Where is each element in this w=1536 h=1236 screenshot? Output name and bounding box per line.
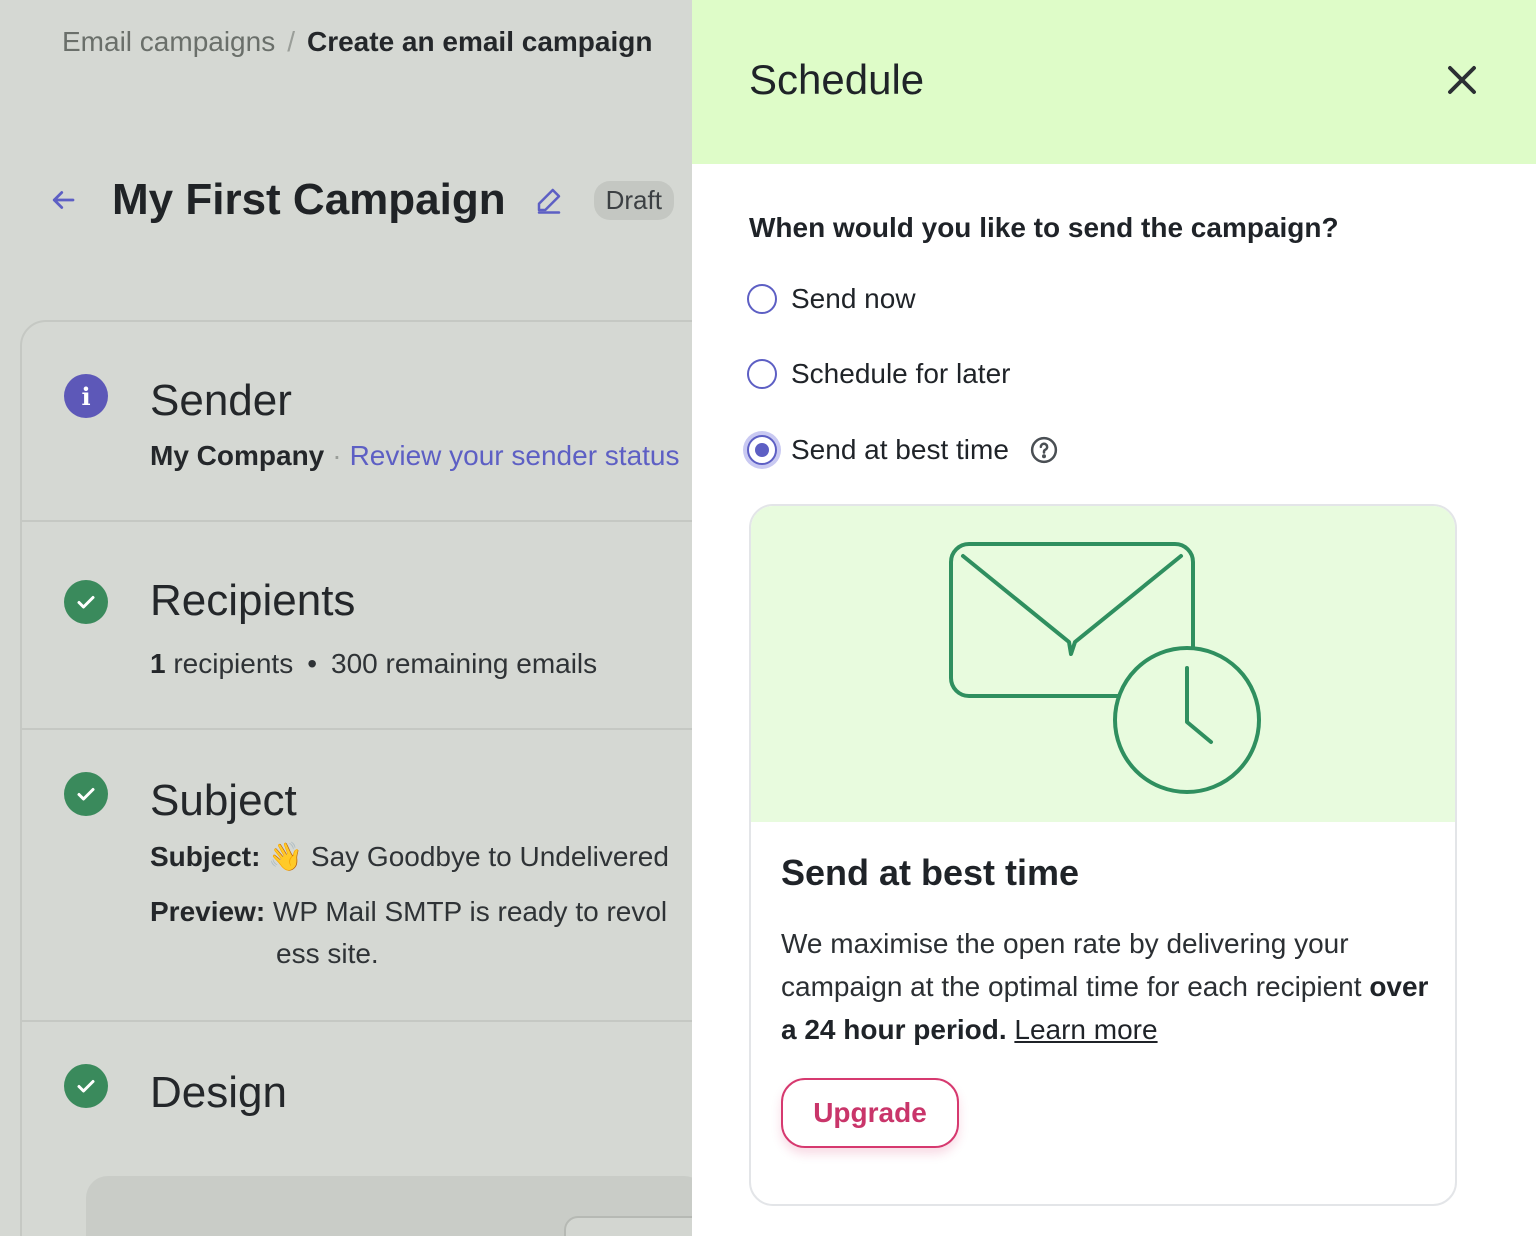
- subject-label: Subject:: [150, 841, 261, 872]
- campaign-steps-card: i Sender My Company · Review your sender s…: [20, 320, 692, 1236]
- description-text: We maximise the open rate by delivering …: [781, 928, 1362, 1002]
- campaign-title-row: My First Campaign Draft: [48, 172, 674, 228]
- illustration: [751, 506, 1455, 822]
- page-title: My First Campaign: [112, 175, 506, 224]
- check-circle-icon: [64, 1064, 108, 1108]
- schedule-question: When would you like to send the campaign…: [749, 212, 1339, 243]
- info-icon: i: [64, 374, 108, 418]
- best-time-info-card: Send at best time We maximise the open r…: [749, 504, 1457, 1206]
- close-icon[interactable]: [1444, 62, 1480, 98]
- section-recipients[interactable]: Recipients 1 recipients • 300 remaining em…: [22, 522, 692, 730]
- breadcrumb: Email campaigns / Create an email campaign: [62, 26, 652, 58]
- bullet-separator: •: [307, 648, 318, 679]
- card-title: Send at best time: [781, 852, 1080, 893]
- section-title: Recipients: [150, 576, 356, 625]
- sender-line: My Company · Review your sender status: [150, 440, 680, 472]
- recipients-count-label: recipients: [173, 648, 294, 679]
- recipients-line: 1 recipients • 300 remaining emails: [150, 648, 597, 680]
- design-preview: [86, 1176, 692, 1236]
- section-title: Sender: [150, 376, 292, 425]
- radio-send-now[interactable]: Send now: [747, 279, 916, 319]
- radio-label[interactable]: Schedule for later: [791, 358, 1010, 390]
- panel-title: Schedule: [749, 56, 925, 103]
- waving-hand-emoji: 👋: [268, 841, 304, 872]
- preview-value: WP Mail SMTP is ready to revol: [272, 896, 668, 927]
- status-badge: Draft: [593, 180, 674, 220]
- schedule-panel: Schedule When would you like to send the…: [692, 0, 1536, 1236]
- design-preview-frame: [564, 1216, 692, 1236]
- breadcrumb-separator: /: [287, 26, 295, 57]
- pencil-icon[interactable]: [534, 185, 564, 215]
- check-circle-icon: [64, 580, 108, 624]
- envelope-clock-icon: [949, 542, 1261, 794]
- radio-label[interactable]: Send at best time: [791, 434, 1009, 466]
- preview-label: Preview:: [150, 896, 266, 927]
- panel-header: Schedule: [692, 0, 1536, 164]
- learn-more-link[interactable]: Learn more: [1014, 1014, 1157, 1045]
- review-sender-link[interactable]: Review your sender status: [350, 440, 680, 471]
- preview-continued: ess site.: [276, 938, 379, 969]
- remaining-emails: 300 remaining emails: [331, 648, 598, 679]
- radio-label[interactable]: Send now: [791, 283, 916, 315]
- subject-line: Subject: 👋 Say Goodbye to Undelivered: [150, 840, 669, 873]
- sender-company: My Company: [150, 440, 325, 471]
- section-title: Design: [150, 1068, 287, 1117]
- subject-value: Say Goodbye to Undelivered: [310, 841, 669, 872]
- dot-separator: ·: [332, 440, 342, 471]
- recipients-count: 1: [150, 648, 166, 679]
- breadcrumb-current: Create an email campaign: [306, 26, 653, 57]
- campaign-editor-background: Email campaigns / Create an email campaign…: [0, 0, 692, 1236]
- preview-line: Preview: WP Mail SMTP is ready to revol: [150, 896, 667, 928]
- radio-schedule-for-later[interactable]: Schedule for later: [747, 354, 1010, 394]
- check-circle-icon: [64, 772, 108, 816]
- radio-button[interactable]: [747, 359, 777, 389]
- radio-button[interactable]: [747, 284, 777, 314]
- upgrade-button[interactable]: Upgrade: [781, 1078, 959, 1148]
- breadcrumb-email-campaigns[interactable]: Email campaigns: [62, 26, 275, 57]
- radio-send-at-best-time[interactable]: Send at best time: [747, 430, 1059, 470]
- help-circle-icon[interactable]: [1029, 435, 1059, 465]
- card-description: We maximise the open rate by delivering …: [781, 922, 1441, 1051]
- section-sender[interactable]: i Sender My Company · Review your sender s…: [22, 322, 692, 522]
- radio-button-selected[interactable]: [747, 435, 777, 465]
- section-subject[interactable]: Subject Subject: 👋 Say Goodbye to Undeli…: [22, 730, 692, 1022]
- section-title: Subject: [150, 776, 297, 825]
- back-arrow-icon[interactable]: [48, 185, 78, 215]
